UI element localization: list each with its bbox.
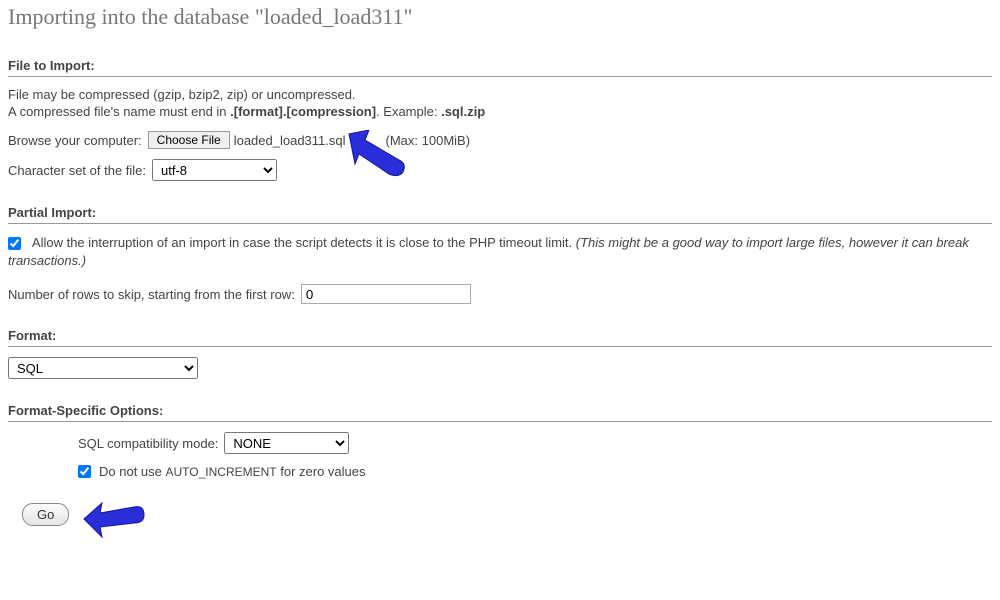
allow-interrupt-checkbox[interactable] bbox=[8, 237, 21, 250]
auto-increment-row: Do not use AUTO_INCREMENT for zero value… bbox=[78, 464, 992, 479]
charset-select[interactable]: utf-8 bbox=[152, 159, 277, 181]
allow-interrupt-text: Allow the interruption of an import in c… bbox=[32, 235, 576, 250]
partial-import-section: Partial Import: Allow the interruption o… bbox=[8, 205, 992, 304]
hint2-example-bold: .sql.zip bbox=[441, 104, 485, 119]
format-specific-section: Format-Specific Options: SQL compatibili… bbox=[8, 403, 992, 479]
max-size-label: (Max: 100MiB) bbox=[386, 133, 471, 148]
format-heading: Format: bbox=[8, 328, 992, 347]
selected-filename: loaded_load311.sql bbox=[234, 133, 346, 148]
skip-rows-input[interactable] bbox=[301, 284, 471, 304]
go-row: Go bbox=[8, 503, 992, 543]
compat-select[interactable]: NONE bbox=[224, 432, 349, 454]
allow-interrupt-row: Allow the interruption of an import in c… bbox=[8, 234, 992, 270]
hint2-format-bold: .[format].[compression] bbox=[230, 104, 376, 119]
page-title: Importing into the database "loaded_load… bbox=[8, 4, 992, 30]
charset-label: Character set of the file: bbox=[8, 163, 146, 178]
file-to-import-heading: File to Import: bbox=[8, 58, 992, 77]
compat-label: SQL compatibility mode: bbox=[78, 436, 218, 451]
hint2-mid: . Example: bbox=[376, 104, 441, 119]
charset-row: Character set of the file: utf-8 bbox=[8, 159, 992, 181]
compress-hint-2: A compressed file's name must end in .[f… bbox=[8, 104, 992, 119]
skip-rows-row: Number of rows to skip, starting from th… bbox=[8, 284, 992, 304]
compress-hint-1: File may be compressed (gzip, bzip2, zip… bbox=[8, 87, 992, 102]
skip-rows-label: Number of rows to skip, starting from th… bbox=[8, 287, 295, 302]
format-section: Format: SQL bbox=[8, 328, 992, 379]
ai-text-pre: Do not use bbox=[99, 464, 166, 479]
choose-file-button[interactable]: Choose File bbox=[148, 131, 230, 149]
browse-row: Browse your computer: Choose File loaded… bbox=[8, 131, 992, 149]
auto-increment-label: Do not use AUTO_INCREMENT for zero value… bbox=[99, 464, 366, 479]
hint2-pre: A compressed file's name must end in bbox=[8, 104, 230, 119]
compat-row: SQL compatibility mode: NONE bbox=[78, 432, 992, 454]
ai-text-code: AUTO_INCREMENT bbox=[166, 465, 277, 479]
arrow-icon bbox=[78, 497, 148, 541]
format-select[interactable]: SQL bbox=[8, 357, 198, 379]
go-button[interactable]: Go bbox=[22, 503, 69, 526]
partial-import-heading: Partial Import: bbox=[8, 205, 992, 224]
file-to-import-section: File to Import: File may be compressed (… bbox=[8, 58, 992, 181]
browse-label: Browse your computer: bbox=[8, 133, 142, 148]
format-specific-heading: Format-Specific Options: bbox=[8, 403, 992, 422]
ai-text-post: for zero values bbox=[277, 464, 366, 479]
auto-increment-checkbox[interactable] bbox=[78, 465, 91, 478]
